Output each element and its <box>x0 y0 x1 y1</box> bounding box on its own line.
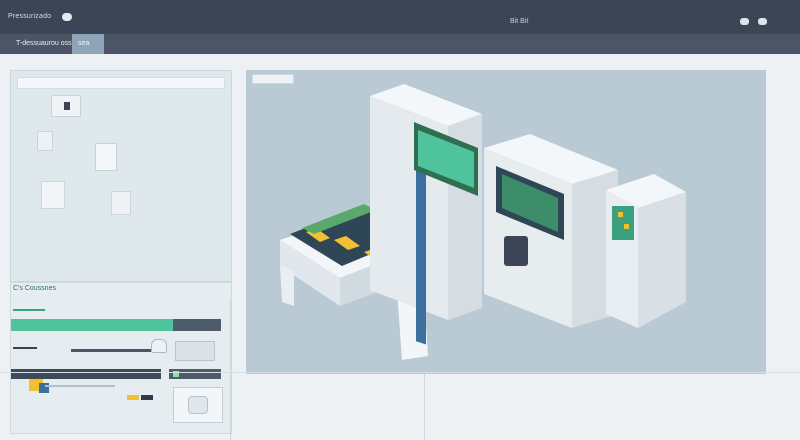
secondary-nav: T-dessuaurou ossse sea <box>0 34 800 54</box>
helmet-icon[interactable] <box>151 339 167 353</box>
device-thumbnail-3[interactable] <box>95 143 117 171</box>
dark-chip <box>169 369 221 379</box>
device-thumbnail-2[interactable] <box>37 131 53 151</box>
main-canvas <box>246 70 766 374</box>
vertical-divider-left <box>230 300 231 440</box>
section-divider <box>0 372 800 373</box>
details-panel: C's Coussnes <box>10 282 232 434</box>
vertical-divider-right <box>424 374 425 440</box>
device-thumbnail-1[interactable] <box>51 95 81 117</box>
list-header-bar <box>11 369 161 393</box>
page-title: Bit Bit <box>510 18 529 25</box>
device-thumbnail-5[interactable] <box>111 191 131 215</box>
details-title: C's Coussnes <box>13 285 56 292</box>
detail-row-line <box>45 385 115 387</box>
tab-search[interactable]: sea <box>72 34 104 54</box>
left-thumbnail-panel <box>10 70 232 282</box>
detail-row-label <box>13 347 37 349</box>
app-brand: Pressurizado <box>8 13 52 20</box>
device-screen-icon <box>64 102 70 110</box>
industrial-machine-illustration <box>280 84 686 360</box>
preview-box[interactable] <box>173 387 223 423</box>
window-minimize-icon[interactable] <box>740 18 749 25</box>
cube-icon <box>188 396 208 414</box>
machine-tile[interactable] <box>175 341 215 361</box>
cancel-button[interactable] <box>141 395 153 400</box>
device-thumbnail-4[interactable] <box>41 181 65 209</box>
progress-bar <box>71 349 151 352</box>
top-app-bar: Pressurizado Bit Bit <box>0 0 800 34</box>
status-bar-end <box>173 319 221 331</box>
window-close-icon[interactable] <box>758 18 767 25</box>
confirm-button[interactable] <box>127 395 139 400</box>
pill-toggle-icon[interactable] <box>62 13 72 21</box>
search-input[interactable] <box>17 77 225 89</box>
details-underline <box>13 309 45 311</box>
status-bar <box>11 319 221 331</box>
